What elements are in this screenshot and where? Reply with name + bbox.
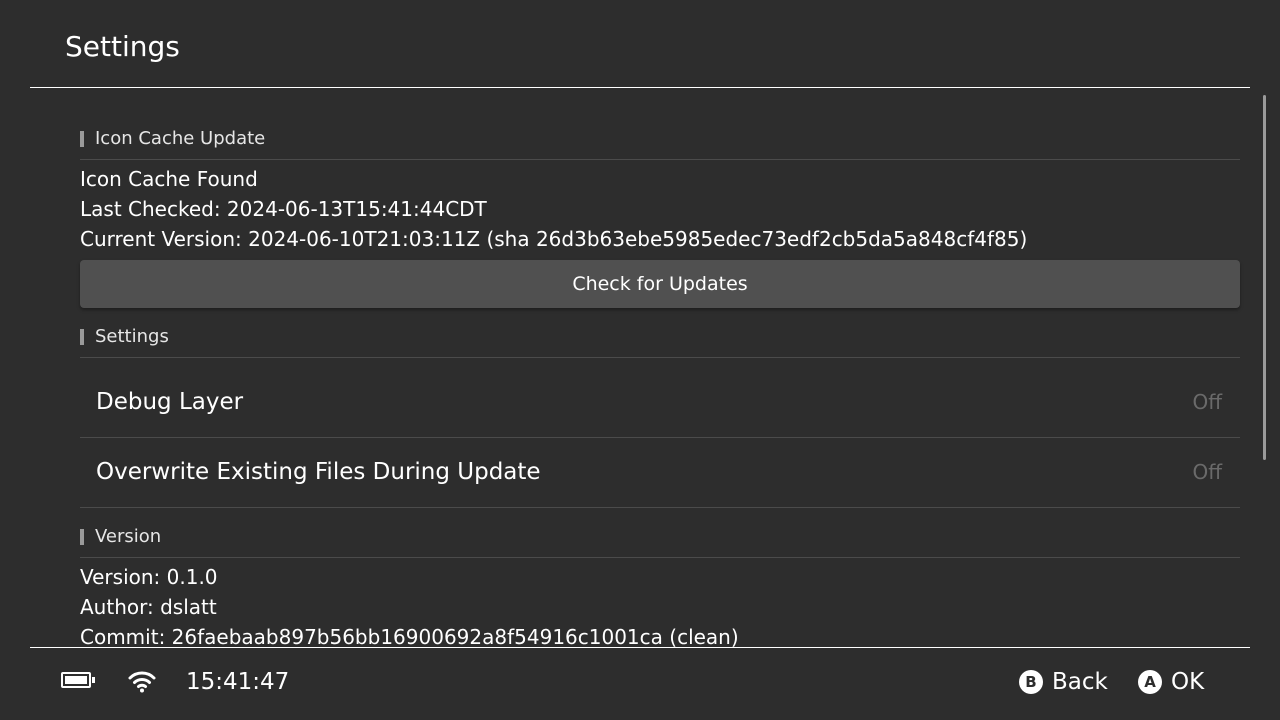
section-marker xyxy=(80,329,84,345)
section-divider xyxy=(80,159,1240,160)
battery-level xyxy=(65,676,87,684)
icon-cache-status: Icon Cache Found xyxy=(80,167,258,191)
check-for-updates-button[interactable]: Check for Updates xyxy=(80,260,1240,308)
section-marker xyxy=(80,529,84,545)
check-for-updates-label: Check for Updates xyxy=(572,273,748,295)
current-version-text: Current Version: 2024-06-10T21:03:11Z (s… xyxy=(80,227,1028,251)
settings-content[interactable]: Icon Cache Update Icon Cache Found Last … xyxy=(0,88,1280,647)
debug-layer-value: Off xyxy=(1192,390,1222,414)
ok-label: OK xyxy=(1171,669,1205,695)
last-checked-text: Last Checked: 2024-06-13T15:41:44CDT xyxy=(80,197,487,221)
wifi-icon xyxy=(128,671,156,693)
section-marker xyxy=(80,131,84,147)
scrollbar[interactable] xyxy=(1263,95,1266,460)
section-divider xyxy=(80,557,1240,558)
version-text: Version: 0.1.0 xyxy=(80,565,218,589)
settings-screen: Settings Icon Cache Update Icon Cache Fo… xyxy=(0,0,1280,720)
section-title-version: Version xyxy=(95,526,162,547)
back-button[interactable]: B Back xyxy=(1019,667,1108,697)
battery-icon xyxy=(61,672,95,688)
section-header-version: Version xyxy=(80,522,1240,558)
section-title-icon-cache: Icon Cache Update xyxy=(95,128,266,149)
back-label: Back xyxy=(1052,669,1108,695)
a-button-icon: A xyxy=(1138,670,1162,694)
debug-layer-label: Debug Layer xyxy=(96,389,244,415)
author-text: Author: dslatt xyxy=(80,595,217,619)
overwrite-files-toggle[interactable]: Overwrite Existing Files During Update O… xyxy=(80,437,1240,508)
overwrite-files-label: Overwrite Existing Files During Update xyxy=(96,459,541,485)
section-header-icon-cache: Icon Cache Update xyxy=(80,124,1240,160)
battery-tip xyxy=(92,677,95,683)
section-title-settings: Settings xyxy=(95,326,169,347)
overwrite-files-value: Off xyxy=(1192,460,1222,484)
b-button-icon: B xyxy=(1019,670,1043,694)
ok-button[interactable]: A OK xyxy=(1138,667,1204,697)
debug-layer-toggle[interactable]: Debug Layer Off xyxy=(80,367,1240,438)
clock: 15:41:47 xyxy=(186,669,290,695)
commit-text: Commit: 26faebaab897b56bb16900692a8f5491… xyxy=(80,625,739,647)
section-header-settings: Settings xyxy=(80,322,1240,358)
section-divider xyxy=(80,357,1240,358)
footer-bar: 15:41:47 B Back A OK xyxy=(0,648,1280,720)
page-title: Settings xyxy=(65,30,180,63)
